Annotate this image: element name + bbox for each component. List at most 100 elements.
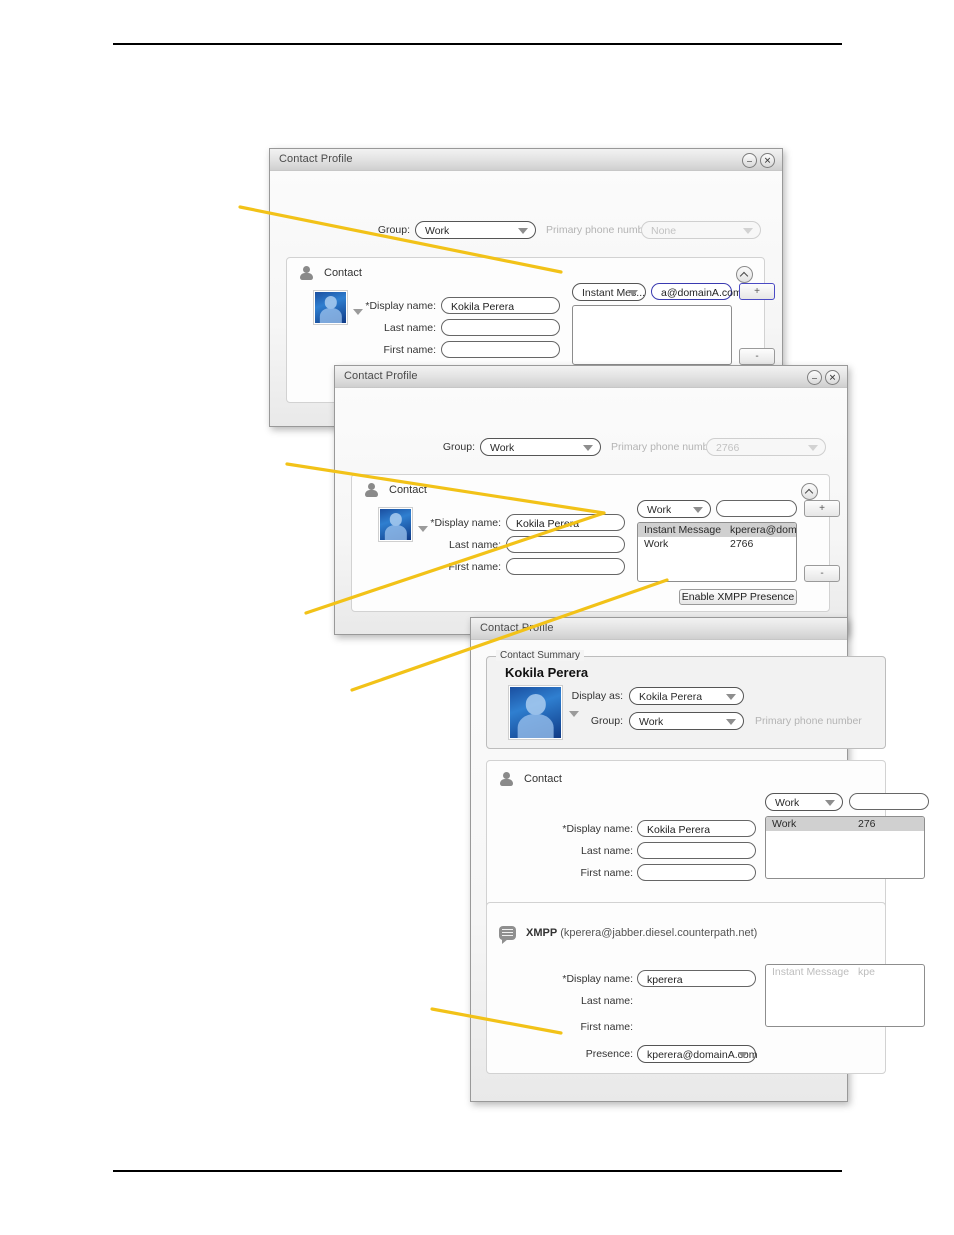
group-select[interactable]: Work — [415, 221, 536, 239]
xmpp-section-title: XMPP (kperera@jabber.diesel.counterpath.… — [526, 927, 757, 939]
group-label: Group: — [590, 715, 623, 727]
remove-button[interactable]: - — [804, 565, 840, 582]
person-icon — [365, 483, 378, 498]
contact-profile-window-2[interactable]: Contact Profile – ✕ Group: Work Primary … — [334, 365, 848, 635]
last-name-label: Last name: — [384, 322, 436, 334]
address-input[interactable] — [849, 793, 929, 810]
first-name-label: First name: — [580, 867, 633, 879]
group-value: Work — [425, 225, 450, 237]
add-button[interactable]: + — [739, 283, 775, 300]
last-name-label: Last name: — [581, 845, 633, 857]
person-icon — [500, 772, 513, 787]
chevron-down-icon — [743, 228, 753, 234]
chat-bubble-icon — [499, 926, 516, 944]
group-select[interactable]: Work — [629, 712, 744, 730]
contact-summary-legend: Contact Summary — [496, 650, 585, 661]
remove-button[interactable]: - — [739, 348, 775, 365]
address-input[interactable]: a@domainA.com — [651, 283, 742, 300]
last-name-input[interactable] — [637, 842, 756, 859]
close-icon[interactable]: ✕ — [760, 153, 775, 168]
chevron-down-icon — [726, 694, 736, 700]
display-as-select[interactable]: Kokila Perera — [629, 687, 744, 705]
enable-xmpp-presence-button[interactable]: Enable XMPP Presence — [679, 589, 797, 605]
methods-list[interactable]: Work 276 — [765, 816, 925, 879]
primary-phone-label: Primary phone number: — [611, 441, 721, 453]
method-value: Work — [775, 797, 800, 809]
first-name-input[interactable] — [506, 558, 625, 575]
primary-phone-value: 2766 — [716, 442, 740, 454]
list-item[interactable]: Instant Message kperera@domai... — [638, 523, 796, 537]
titlebar[interactable]: Contact Profile – ✕ — [335, 366, 847, 389]
window-title: Contact Profile — [279, 153, 353, 165]
collapse-toggle[interactable] — [736, 266, 753, 283]
first-name-label: First name: — [383, 344, 436, 356]
window-title: Contact Profile — [344, 370, 418, 382]
methods-list[interactable]: Instant Message kperera@domai... Work 27… — [637, 522, 797, 582]
window-buttons: – ✕ — [807, 370, 840, 385]
contact-section-title: Contact — [389, 484, 427, 496]
display-name-value: Kokila Perera — [451, 300, 515, 313]
primary-phone-select[interactable]: None — [641, 221, 761, 239]
display-name-input[interactable]: Kokila Perera — [441, 297, 560, 314]
titlebar[interactable]: Contact Profile — [471, 618, 847, 641]
last-name-label: Last name: — [449, 539, 501, 551]
list-item-value: 2766 — [730, 538, 754, 550]
minimize-icon[interactable]: – — [742, 153, 757, 168]
last-name-input[interactable] — [441, 319, 560, 336]
group-label: Group: — [377, 224, 410, 236]
list-item-value: kpe — [858, 966, 875, 978]
last-name-input[interactable] — [506, 536, 625, 553]
chevron-down-icon — [628, 290, 638, 296]
first-name-input[interactable] — [441, 341, 560, 358]
minimize-icon[interactable]: – — [807, 370, 822, 385]
address-input[interactable] — [716, 500, 797, 517]
display-as-label: Display as: — [571, 690, 623, 702]
display-name-value: Kokila Perera — [647, 823, 711, 836]
method-select[interactable]: Work — [765, 793, 843, 811]
primary-phone-label: Primary phone number: — [546, 224, 656, 236]
primary-phone-value: None — [651, 225, 677, 237]
group-label: Group: — [442, 441, 475, 453]
list-item[interactable]: Instant Message kpe — [766, 965, 924, 979]
contact-profile-window-3[interactable]: Contact Profile Contact Summary Kokila P… — [470, 617, 929, 1102]
person-icon — [300, 266, 313, 281]
group-value: Work — [490, 442, 515, 454]
xmpp-display-name-input[interactable]: kperera — [637, 970, 756, 987]
chevron-down-icon — [825, 800, 835, 806]
xmpp-presence-select[interactable]: kperera@domainA.com — [637, 1045, 757, 1063]
collapse-toggle[interactable] — [801, 483, 818, 500]
chevron-down-icon — [726, 719, 736, 725]
list-item-type: Instant Message — [644, 524, 722, 536]
display-name-label: *Display name: — [562, 823, 633, 835]
chevron-down-icon — [518, 228, 528, 234]
methods-list[interactable] — [572, 305, 732, 365]
list-item-value: kperera@domai... — [730, 524, 797, 536]
xmpp-presence-label: Presence: — [585, 1048, 633, 1060]
list-item[interactable]: Work 276 — [766, 817, 924, 831]
xmpp-methods-list[interactable]: Instant Message kpe — [765, 964, 925, 1027]
group-select[interactable]: Work — [480, 438, 601, 456]
list-item-type: Work — [772, 818, 797, 830]
window-title: Contact Profile — [480, 622, 554, 634]
add-button[interactable]: + — [804, 500, 840, 517]
primary-phone-select[interactable]: 2766 — [706, 438, 826, 456]
display-as-value: Kokila Perera — [639, 691, 703, 703]
primary-phone-label: Primary phone number — [755, 715, 862, 727]
footer-rule — [113, 1170, 842, 1172]
list-item-type: Work — [644, 538, 669, 550]
summary-contact-name: Kokila Perera — [505, 665, 589, 680]
method-select[interactable]: Instant Mes... — [572, 283, 646, 301]
window-buttons: – ✕ — [742, 153, 775, 168]
method-value: Work — [647, 504, 672, 516]
xmpp-display-name-label: *Display name: — [562, 973, 633, 985]
first-name-input[interactable] — [637, 864, 756, 881]
titlebar[interactable]: Contact Profile – ✕ — [270, 149, 782, 172]
xmpp-section: XMPP (kperera@jabber.diesel.counterpath.… — [486, 902, 925, 1074]
window-body: Group: Work Primary phone number: 2766 C… — [335, 388, 847, 634]
method-select[interactable]: Work — [637, 500, 711, 518]
xmpp-title-text: XMPP — [526, 927, 558, 939]
display-name-input[interactable]: Kokila Perera — [637, 820, 756, 837]
close-icon[interactable]: ✕ — [825, 370, 840, 385]
display-name-input[interactable]: Kokila Perera — [506, 514, 625, 531]
list-item[interactable]: Work 2766 — [638, 537, 796, 551]
